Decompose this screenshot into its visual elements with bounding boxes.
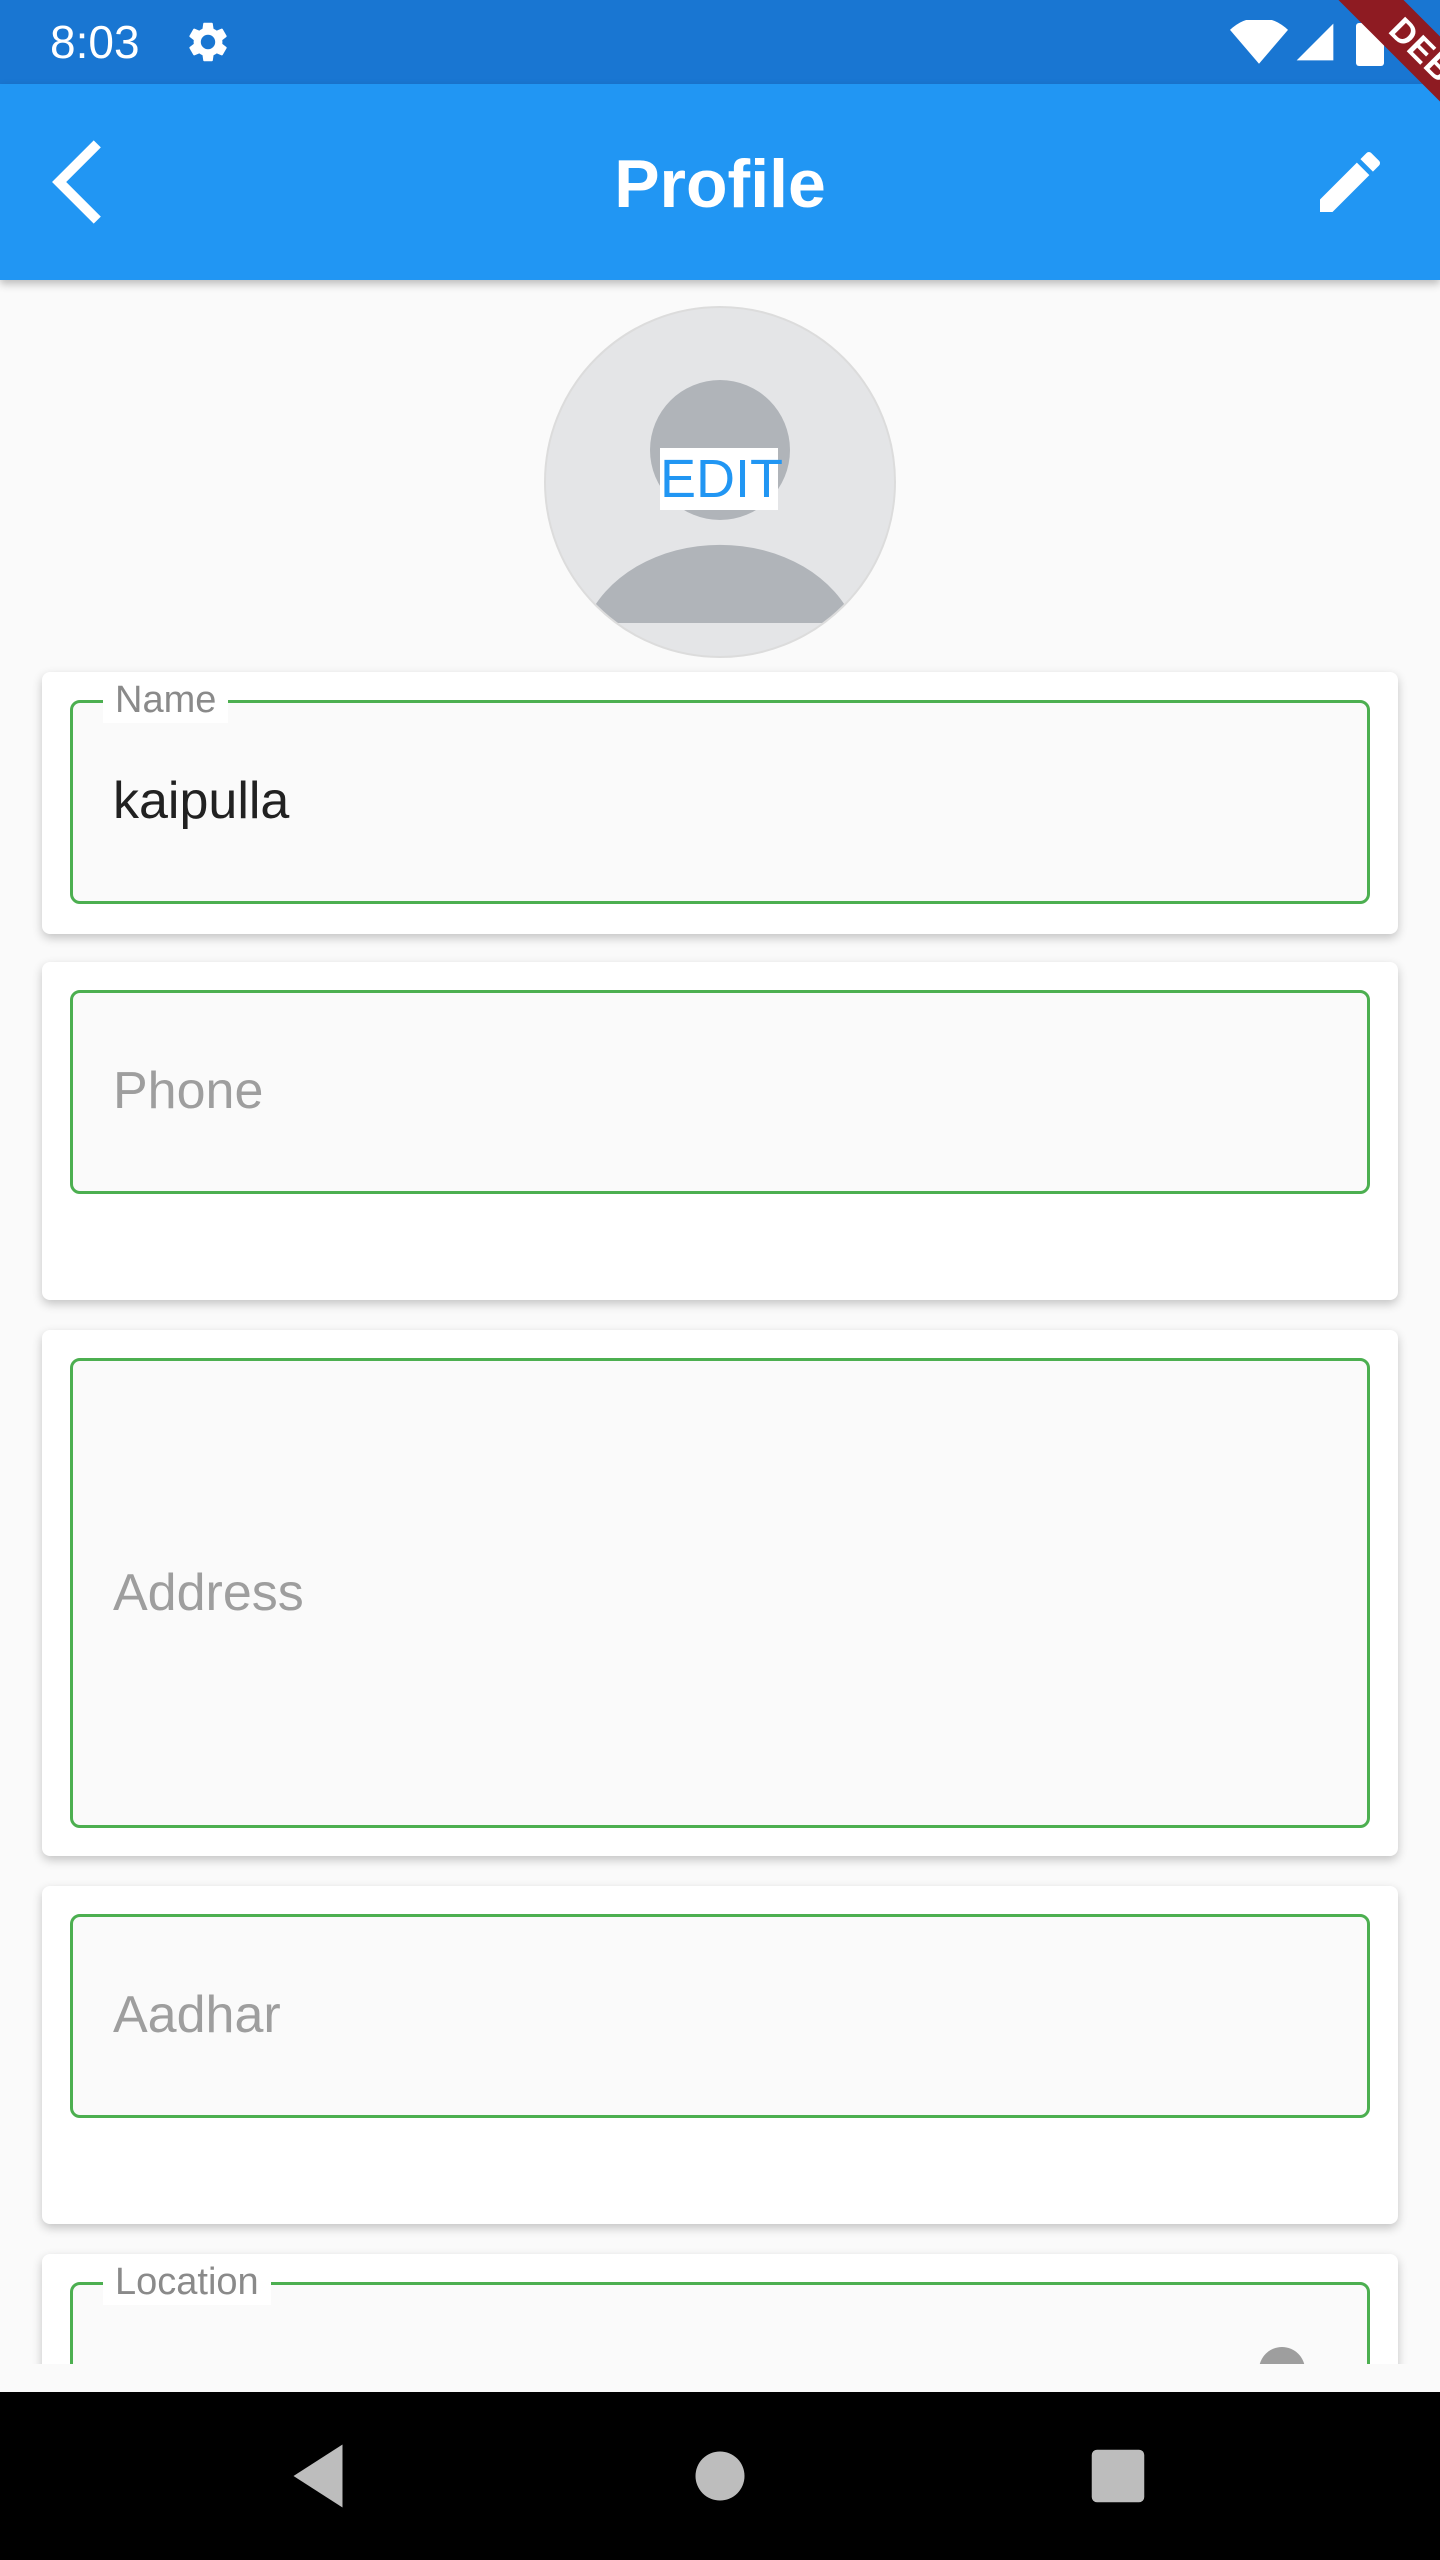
- recents-square-icon[interactable]: [1076, 2434, 1160, 2518]
- name-label: Name: [103, 677, 229, 723]
- location-marker-icon: [1259, 2347, 1305, 2364]
- back-triangle-icon[interactable]: [276, 2434, 360, 2518]
- page-title: Profile: [614, 146, 826, 222]
- phone-placeholder: Phone: [113, 1062, 264, 1120]
- phone-field[interactable]: Phone: [70, 990, 1370, 1194]
- name-field[interactable]: Name kaipulla: [70, 677, 1370, 904]
- signal-icon: [1296, 23, 1334, 61]
- address-placeholder: Address: [113, 1564, 304, 1622]
- app-bar: Profile: [0, 84, 1440, 280]
- address-card: Address: [42, 1330, 1398, 1856]
- pencil-icon[interactable]: [1310, 142, 1390, 222]
- status-time: 8:03: [50, 16, 140, 68]
- phone-card: Phone: [42, 962, 1398, 1300]
- location-label: Location: [103, 2259, 271, 2305]
- location-field[interactable]: Location: [70, 2259, 1370, 2364]
- profile-content: EDIT Name kaipulla Phone Address Aadhar …: [0, 280, 1440, 2364]
- address-field[interactable]: Address: [70, 1358, 1370, 1828]
- home-circle-icon[interactable]: [678, 2434, 762, 2518]
- wifi-icon: [1230, 20, 1288, 64]
- name-value: kaipulla: [113, 772, 290, 830]
- aadhar-field[interactable]: Aadhar: [70, 1914, 1370, 2118]
- battery-icon: [1356, 18, 1384, 66]
- avatar-edit-button[interactable]: EDIT: [660, 448, 783, 510]
- location-card: Location: [42, 2254, 1398, 2364]
- gear-icon: [189, 22, 227, 62]
- system-nav-bar: [0, 2392, 1440, 2560]
- aadhar-card: Aadhar: [42, 1886, 1398, 2224]
- aadhar-placeholder: Aadhar: [113, 1986, 281, 2044]
- status-bar: 8:03: [0, 0, 1440, 84]
- name-card: Name kaipulla: [42, 672, 1398, 934]
